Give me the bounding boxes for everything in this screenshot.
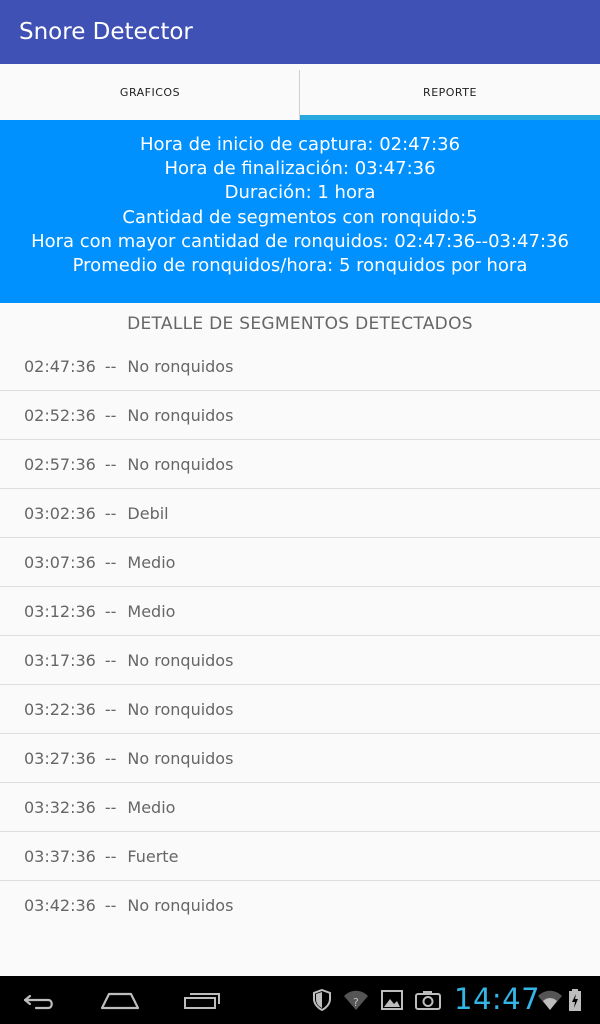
home-button[interactable] <box>80 976 160 1024</box>
segment-level: No ronquidos <box>127 405 234 425</box>
segment-time: 02:57:36 <box>24 454 96 474</box>
home-icon <box>100 992 140 1010</box>
list-item[interactable]: 03:17:36 -- No ronquidos <box>0 636 600 685</box>
segment-separator: -- <box>104 797 117 817</box>
segment-level: No ronquidos <box>127 356 234 376</box>
wifi-signal-icon <box>536 988 564 1012</box>
list-item[interactable]: 03:42:36 -- No ronquidos <box>0 881 600 930</box>
recent-apps-button[interactable] <box>162 976 242 1024</box>
segment-separator: -- <box>104 356 117 376</box>
list-item[interactable]: 03:22:36 -- No ronquidos <box>0 685 600 734</box>
gallery-icon <box>378 988 406 1012</box>
list-item[interactable]: 03:27:36 -- No ronquidos <box>0 734 600 783</box>
segment-level: Medio <box>127 552 176 572</box>
list-item[interactable]: 02:47:36 -- No ronquidos <box>0 342 600 391</box>
segment-separator: -- <box>104 699 117 719</box>
shield-icon <box>308 988 336 1012</box>
recent-apps-icon <box>184 993 220 1009</box>
svg-text:?: ? <box>353 996 359 1009</box>
wifi-question-icon: ? <box>342 988 370 1012</box>
segment-level: No ronquidos <box>127 748 234 768</box>
tab-graficos-label: GRAFICOS <box>119 85 181 99</box>
report-summary: Hora de inicio de captura: 02:47:36 Hora… <box>0 120 600 303</box>
summary-average: Promedio de ronquidos/hora: 5 ronquidos … <box>72 255 528 277</box>
segment-time: 02:52:36 <box>24 405 96 425</box>
segment-level: Medio <box>127 797 176 817</box>
battery-charging-icon <box>562 988 588 1012</box>
back-button[interactable] <box>0 976 80 1024</box>
summary-end-time: Hora de finalización: 03:47:36 <box>164 158 436 180</box>
segment-separator: -- <box>104 846 117 866</box>
segment-separator: -- <box>104 454 117 474</box>
segment-level: No ronquidos <box>127 896 234 915</box>
camera-icon <box>414 988 442 1012</box>
segment-time: 03:17:36 <box>24 650 96 670</box>
summary-duration: Duración: 1 hora <box>224 182 376 204</box>
segment-time: 03:22:36 <box>24 699 96 719</box>
segment-time: 03:37:36 <box>24 846 96 866</box>
segment-separator: -- <box>104 503 117 523</box>
segment-level: Fuerte <box>127 846 179 866</box>
segment-level: No ronquidos <box>127 650 234 670</box>
segment-time: 03:02:36 <box>24 503 96 523</box>
list-item[interactable]: 03:02:36 -- Debil <box>0 489 600 538</box>
segments-title: DETALLE DE SEGMENTOS DETECTADOS <box>127 314 473 334</box>
app-title: Snore Detector <box>19 19 193 45</box>
tab-reporte-label: REPORTE <box>423 85 477 99</box>
list-item[interactable]: 03:37:36 -- Fuerte <box>0 832 600 881</box>
list-item[interactable]: 03:07:36 -- Medio <box>0 538 600 587</box>
back-icon <box>23 994 53 1010</box>
segment-level: Debil <box>127 503 169 523</box>
segment-time: 03:12:36 <box>24 601 96 621</box>
segments-list[interactable]: 02:47:36 -- No ronquidos 02:52:36 -- No ronq… <box>0 342 600 930</box>
segment-separator: -- <box>104 601 117 621</box>
segment-time: 03:27:36 <box>24 748 96 768</box>
list-item[interactable]: 03:32:36 -- Medio <box>0 783 600 832</box>
list-item[interactable]: 02:57:36 -- No ronquidos <box>0 440 600 489</box>
status-clock: 14:47 <box>454 982 541 1016</box>
list-item[interactable]: 03:12:36 -- Medio <box>0 587 600 636</box>
segment-time: 02:47:36 <box>24 356 96 376</box>
summary-peak-hour: Hora con mayor cantidad de ronquidos: 02… <box>31 230 569 252</box>
segment-separator: -- <box>104 552 117 572</box>
segment-separator: -- <box>104 650 117 670</box>
segment-separator: -- <box>104 896 117 915</box>
list-item[interactable]: 02:52:36 -- No ronquidos <box>0 391 600 440</box>
tab-graficos[interactable]: GRAFICOS <box>0 64 300 120</box>
app-bar: Snore Detector <box>0 0 600 64</box>
summary-snore-segments: Cantidad de segmentos con ronquido:5 <box>122 206 478 228</box>
segment-time: 03:42:36 <box>24 896 96 915</box>
segment-level: Medio <box>127 601 176 621</box>
tab-reporte[interactable]: REPORTE <box>300 64 600 120</box>
system-nav-bar: ? 14:47 <box>0 976 600 1024</box>
segment-level: No ronquidos <box>127 699 234 719</box>
segment-level: No ronquidos <box>127 454 234 474</box>
segment-time: 03:32:36 <box>24 797 96 817</box>
segment-separator: -- <box>104 748 117 768</box>
tab-bar: GRAFICOS REPORTE <box>0 64 600 120</box>
summary-start-time: Hora de inicio de captura: 02:47:36 <box>139 134 461 155</box>
segment-time: 03:07:36 <box>24 552 96 572</box>
segment-separator: -- <box>104 405 117 425</box>
